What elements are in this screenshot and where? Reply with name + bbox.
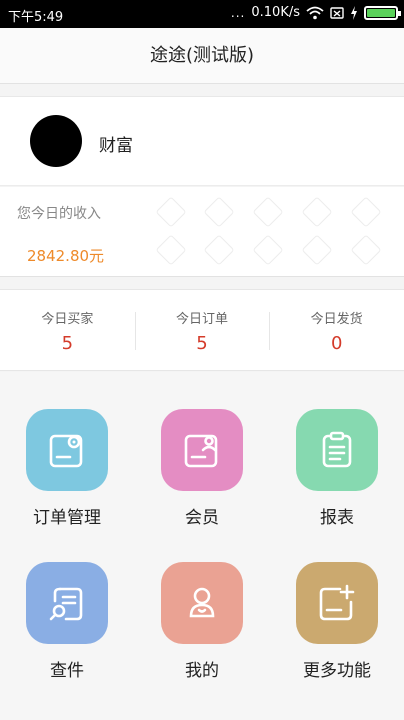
member-icon bbox=[184, 434, 218, 468]
signal-dots: ... bbox=[230, 5, 246, 20]
wifi-icon bbox=[306, 6, 324, 19]
menu-label: 会员 bbox=[185, 508, 219, 528]
menu-label: 更多功能 bbox=[303, 661, 371, 681]
status-right: ... 0.10K/s bbox=[230, 5, 401, 20]
stat-value: 0 bbox=[330, 333, 343, 354]
watermark-pattern bbox=[350, 234, 382, 266]
user-card[interactable]: 财富 bbox=[0, 96, 404, 186]
stat-value: 5 bbox=[61, 333, 74, 354]
menu-icon-box bbox=[26, 409, 108, 491]
menu-label: 查件 bbox=[50, 661, 84, 681]
watermark-pattern bbox=[350, 196, 382, 228]
status-time: 下午5:49 bbox=[8, 10, 64, 25]
menu-report[interactable]: 报表 bbox=[277, 409, 397, 528]
battery-level bbox=[367, 8, 395, 17]
menu-icon-box bbox=[161, 409, 243, 491]
watermark-pattern bbox=[203, 196, 235, 228]
menu-grid: 订单管理 会员 报表 查件 我的 更多功能 bbox=[0, 372, 404, 720]
menu-member[interactable]: 会员 bbox=[142, 409, 262, 528]
stat-label: 今日订单 bbox=[176, 312, 229, 327]
stat-shipped[interactable]: 今日发货 0 bbox=[269, 290, 404, 370]
menu-order-management[interactable]: 订单管理 bbox=[7, 409, 127, 528]
network-speed: 0.10K/s bbox=[251, 5, 300, 20]
watermark-pattern bbox=[301, 234, 333, 266]
stat-label: 今日买家 bbox=[41, 312, 94, 327]
watermark-pattern bbox=[252, 196, 284, 228]
menu-icon-box bbox=[26, 562, 108, 644]
watermark-pattern bbox=[155, 234, 187, 266]
document-search-icon bbox=[49, 587, 83, 621]
income-amount: 2842.80元 bbox=[27, 247, 105, 265]
battery-icon bbox=[364, 5, 401, 20]
user-name: 财富 bbox=[99, 136, 133, 156]
watermark-pattern bbox=[203, 234, 235, 266]
menu-label: 报表 bbox=[320, 508, 354, 528]
income-panel: 您今日的收入 2842.80元 bbox=[0, 187, 404, 277]
page-title: 途途(测试版) bbox=[149, 45, 255, 66]
menu-more-features[interactable]: 更多功能 bbox=[277, 562, 397, 681]
stat-label: 今日发货 bbox=[310, 312, 363, 327]
charging-icon bbox=[351, 5, 357, 20]
stat-orders[interactable]: 今日订单 5 bbox=[134, 290, 270, 370]
menu-label: 我的 bbox=[185, 661, 219, 681]
income-label: 您今日的收入 bbox=[17, 206, 101, 222]
menu-label: 订单管理 bbox=[33, 508, 101, 528]
clipboard-icon bbox=[322, 431, 352, 468]
status-bar: 下午5:49 ... 0.10K/s bbox=[0, 0, 404, 28]
menu-icon-box bbox=[296, 409, 378, 491]
watermark-pattern bbox=[155, 196, 187, 228]
stat-value: 5 bbox=[196, 333, 208, 354]
menu-mine[interactable]: 我的 bbox=[142, 562, 262, 681]
title-bar: 途途(测试版) bbox=[0, 28, 404, 84]
stat-buyers[interactable]: 今日买家 5 bbox=[0, 290, 135, 370]
today-stats: 今日买家 5 今日订单 5 今日发货 0 bbox=[0, 289, 404, 371]
profile-icon bbox=[189, 587, 215, 618]
menu-icon-box bbox=[161, 562, 243, 644]
menu-icon-box bbox=[296, 562, 378, 644]
watermark-pattern bbox=[301, 196, 333, 228]
no-sim-icon bbox=[330, 6, 344, 19]
watermark-pattern bbox=[252, 234, 284, 266]
order-settings-icon bbox=[49, 434, 83, 468]
add-document-icon bbox=[319, 584, 355, 621]
menu-track-parcel[interactable]: 查件 bbox=[7, 562, 127, 681]
avatar[interactable] bbox=[30, 115, 82, 167]
